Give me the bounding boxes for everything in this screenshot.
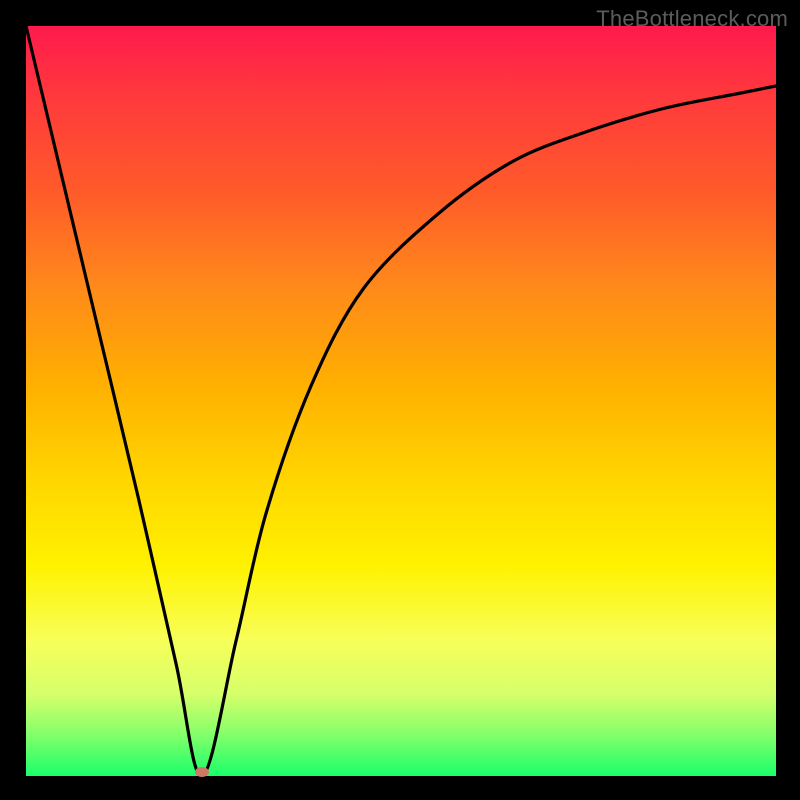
chart-frame: TheBottleneck.com [0, 0, 800, 800]
minimum-marker [195, 767, 209, 777]
bottleneck-curve [26, 26, 776, 776]
plot-area [26, 26, 776, 776]
watermark-text: TheBottleneck.com [596, 6, 788, 32]
